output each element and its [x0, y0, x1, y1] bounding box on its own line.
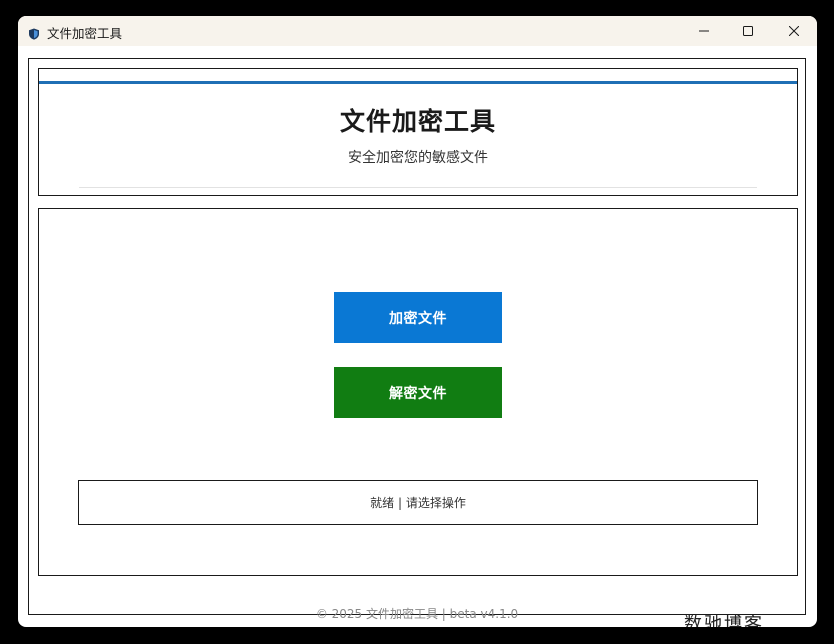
status-bar: 就绪 | 请选择操作 [78, 480, 758, 525]
minimize-button[interactable] [681, 16, 727, 46]
header-divider [79, 187, 757, 188]
decrypt-file-button[interactable]: 解密文件 [334, 367, 502, 418]
app-window: 文件加密工具 文件加密工具 安全加密您的敏感文件 加密文件 解密文件 就绪 | … [18, 16, 817, 627]
close-button[interactable] [771, 16, 817, 46]
maximize-button[interactable] [725, 16, 771, 46]
header-panel: 文件加密工具 安全加密您的敏感文件 [38, 68, 798, 196]
client-area: 文件加密工具 安全加密您的敏感文件 加密文件 解密文件 就绪 | 请选择操作 ©… [28, 58, 806, 621]
close-icon [789, 26, 799, 36]
title-bar[interactable]: 文件加密工具 [18, 16, 817, 46]
page-subtitle: 安全加密您的敏感文件 [348, 150, 488, 166]
window-title: 文件加密工具 [47, 26, 123, 41]
maximize-icon [743, 26, 753, 36]
encrypt-file-button[interactable]: 加密文件 [334, 292, 502, 343]
minimize-icon [699, 26, 709, 36]
shield-icon [28, 25, 40, 40]
status-text: 就绪 | 请选择操作 [370, 496, 466, 510]
watermark-text: 数驰博客 [684, 614, 764, 627]
header-accent-bar [39, 81, 797, 84]
page-title: 文件加密工具 [339, 107, 496, 136]
main-panel: 加密文件 解密文件 就绪 | 请选择操作 [38, 208, 798, 576]
